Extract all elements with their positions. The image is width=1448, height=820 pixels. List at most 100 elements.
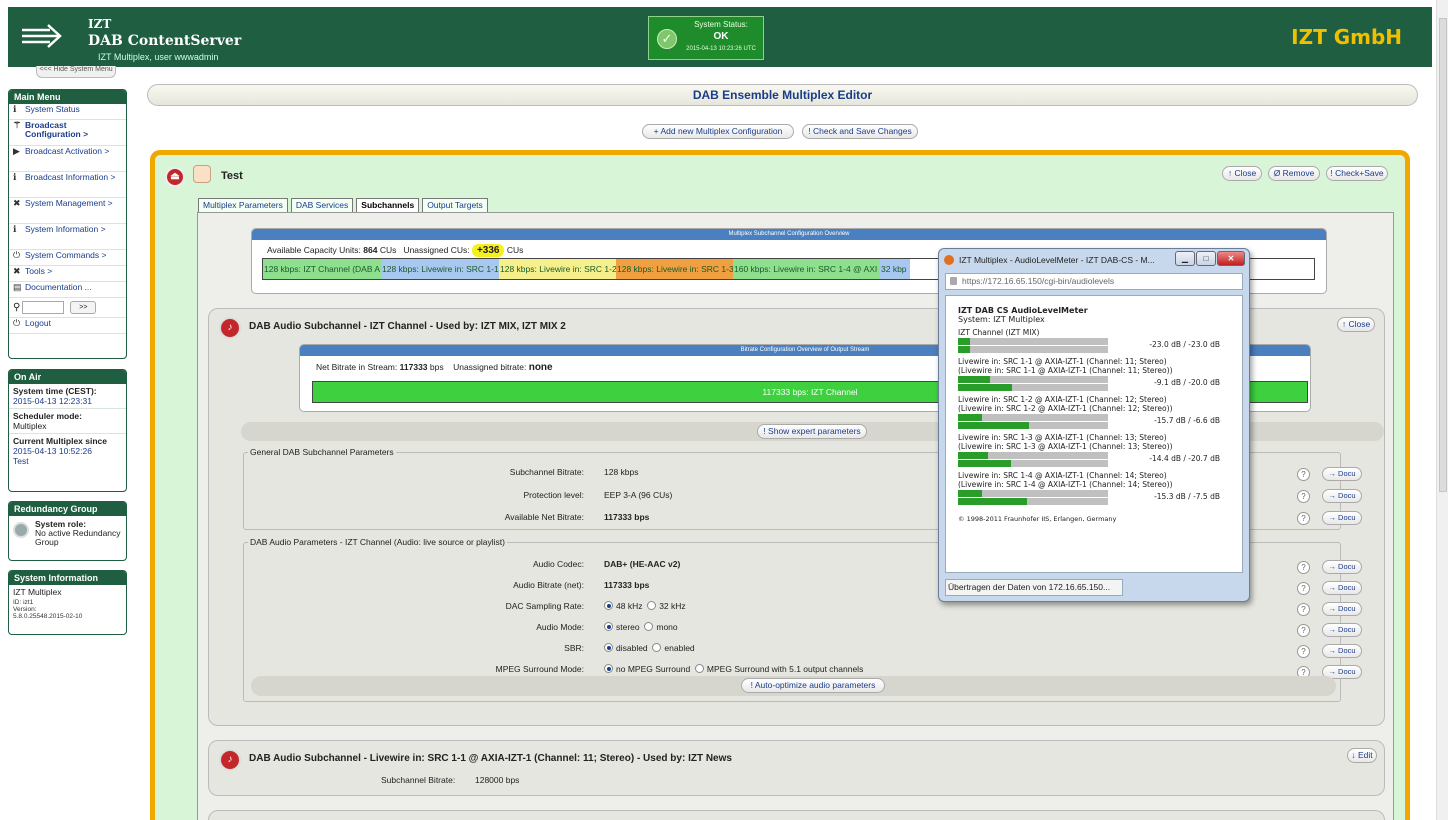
search-go-button[interactable]: >> [70, 301, 97, 314]
system-time-label: System time (CEST): [13, 386, 97, 396]
docu-button[interactable]: → Docu [1322, 623, 1362, 637]
redundancy-box: Redundancy Group System role: No active … [8, 501, 127, 561]
capacity-segment[interactable]: 128 kbps: Livewire in: SRC 1-1 [381, 259, 499, 279]
menu-label: Tools > [25, 266, 53, 276]
radio-stereo[interactable] [604, 622, 613, 631]
tab-output-targets[interactable]: Output Targets [422, 198, 488, 212]
brand-short: IZT [88, 17, 112, 31]
menu-documentation[interactable]: ▤ Documentation ... [9, 282, 126, 298]
radio-no-mpeg-surround[interactable] [604, 664, 613, 673]
system-name: IZT Multiplex [13, 587, 62, 597]
firefox-icon [944, 255, 954, 265]
search-input[interactable] [22, 301, 65, 314]
menu-system-status[interactable]: ℹ System Status [9, 104, 126, 120]
check-save-button[interactable]: ! Check+Save [1326, 166, 1388, 181]
level-list: IZT Channel (IZT MIX) -23.0 dB / -23.0 dB… [958, 328, 1230, 505]
subchannel-panel-next [208, 810, 1385, 820]
capacity-segment[interactable]: 128 kbps: Livewire in: SRC 1-3 [616, 259, 733, 279]
param-row: Audio Mode: stereo mono [244, 622, 1342, 642]
menu-label: Broadcast Information > [25, 172, 116, 182]
menu-broadcast-activation[interactable]: ▶ Broadcast Activation > [9, 146, 126, 172]
capacity-segment[interactable]: 128 kbps: IZT Channel (DAB A [263, 259, 381, 279]
maximize-button[interactable]: □ [1196, 251, 1216, 266]
multiplex-color-swatch[interactable] [193, 165, 211, 183]
help-button[interactable]: ? [1297, 624, 1310, 637]
menu-system-management[interactable]: ✖ System Management > [9, 198, 126, 224]
capacity-overview-header: Multiplex Subchannel Configuration Overv… [252, 229, 1326, 240]
close-window-button[interactable]: ✕ [1217, 251, 1245, 266]
system-info-box: System Information IZT Multiplex ID: izt… [8, 570, 127, 635]
capacity-segment[interactable]: 32 kbp [880, 259, 910, 279]
scheduler-mode-value: Multiplex [9, 421, 126, 434]
current-multiplex-name[interactable]: Test [9, 456, 126, 468]
add-multiplex-button[interactable]: + Add new Multiplex Configuration [642, 124, 794, 139]
menu-logout[interactable]: ⏻ Logout [9, 318, 126, 334]
help-button[interactable]: ? [1297, 582, 1310, 595]
menu-broadcast-information[interactable]: ℹ Broadcast Information > [9, 172, 126, 198]
menu-system-information[interactable]: ℹ System Information > [9, 224, 126, 250]
unassigned-bitrate-value: none [528, 362, 553, 373]
help-button[interactable]: ? [1297, 603, 1310, 616]
level-meter-left [958, 338, 1108, 345]
capacity-segment[interactable]: 160 kbps: Livewire in: SRC 1-4 @ AXI [733, 259, 880, 279]
menu-label: System Commands > [25, 250, 107, 260]
channel-name: IZT Channel (IZT MIX) [958, 328, 1040, 337]
radio-label: MPEG Surround with 5.1 output channels [706, 664, 864, 674]
param-value[interactable]: EEP 3-A (96 CUs) [604, 490, 672, 500]
docu-button[interactable]: → Docu [1322, 602, 1362, 616]
audio-parameters-legend: DAB Audio Parameters - IZT Channel (Audi… [248, 537, 507, 547]
param-value[interactable]: 128 kbps [604, 467, 639, 477]
capacity-segment[interactable]: 128 kbps: Livewire in: SRC 1-2 [499, 259, 616, 279]
remove-button[interactable]: Ø Remove [1268, 166, 1320, 181]
check-save-changes-button[interactable]: ! Check and Save Changes [802, 124, 918, 139]
help-button[interactable]: ? [1297, 490, 1310, 503]
docu-button[interactable]: → Docu [1322, 581, 1362, 595]
tab-multiplex-parameters[interactable]: Multiplex Parameters [198, 198, 288, 212]
close-button[interactable]: ↑ Close [1222, 166, 1262, 181]
main-menu-title: Main Menu [9, 90, 126, 104]
radio-mpeg-surround-51[interactable] [694, 664, 704, 673]
scrollbar-thumb[interactable] [1439, 18, 1447, 492]
level-fill [958, 338, 970, 345]
level-db: -9.1 dB / -20.0 dB [1154, 378, 1220, 387]
menu-system-commands[interactable]: ⏻ System Commands > [9, 250, 126, 266]
radio-sbr-enabled[interactable] [652, 643, 662, 652]
tab-dab-services[interactable]: DAB Services [290, 198, 354, 212]
hide-menu-button[interactable]: <<< Hide System Menu [36, 66, 116, 78]
radio-mono[interactable] [644, 622, 654, 631]
minimize-button[interactable]: ▁ [1175, 251, 1195, 266]
level-fill [958, 414, 982, 421]
subchannel-close-button[interactable]: ↑ Close [1337, 317, 1375, 332]
system-status-box[interactable]: ✓ System Status: OK 2015-04-13 10:23:26 … [648, 16, 764, 60]
help-button[interactable]: ? [1297, 468, 1310, 481]
docu-button[interactable]: → Docu [1322, 560, 1362, 574]
radio-48khz[interactable] [604, 601, 613, 610]
docu-button[interactable]: → Docu [1322, 489, 1362, 503]
docu-button[interactable]: → Docu [1322, 467, 1362, 481]
page-scrollbar[interactable] [1436, 0, 1448, 820]
radio-sbr-disabled[interactable] [604, 643, 613, 652]
show-expert-parameters-button[interactable]: ! Show expert parameters [757, 424, 867, 439]
radio-32khz[interactable] [647, 601, 657, 610]
menu-tools[interactable]: ✖ Tools > [9, 266, 126, 282]
search-row: ⚲ >> [9, 298, 126, 318]
unassigned-cu-label: Unassigned CUs: [403, 245, 470, 255]
subchannel-edit-button[interactable]: ↓ Edit [1347, 748, 1377, 763]
level-channel: Livewire in: SRC 1-3 @ AXIA-IZT-1 (Chann… [958, 433, 1230, 467]
docu-button[interactable]: → Docu [1322, 644, 1362, 658]
docu-button[interactable]: → Docu [1322, 511, 1362, 525]
meter-heading: IZT DAB CS AudioLevelMeter [958, 306, 1088, 315]
redundancy-icon [13, 522, 29, 538]
audio-subchannel-icon: ♪ [219, 749, 241, 771]
radio-label: 32 kHz [659, 601, 686, 611]
help-button[interactable]: ? [1297, 561, 1310, 574]
level-fill [958, 460, 1011, 467]
param-label: Available Net Bitrate: [504, 512, 584, 522]
tab-subchannels[interactable]: Subchannels [356, 198, 420, 212]
auto-optimize-button[interactable]: ! Auto-optimize audio parameters [741, 678, 885, 693]
menu-broadcast-configuration[interactable]: ⚚ Broadcast Configuration > [9, 120, 126, 146]
help-button[interactable]: ? [1297, 512, 1310, 525]
url-bar[interactable]: https://172.16.65.150/cgi-bin/audiolevel… [945, 273, 1243, 290]
help-button[interactable]: ? [1297, 645, 1310, 658]
param-value: 117333 bps [604, 580, 650, 590]
